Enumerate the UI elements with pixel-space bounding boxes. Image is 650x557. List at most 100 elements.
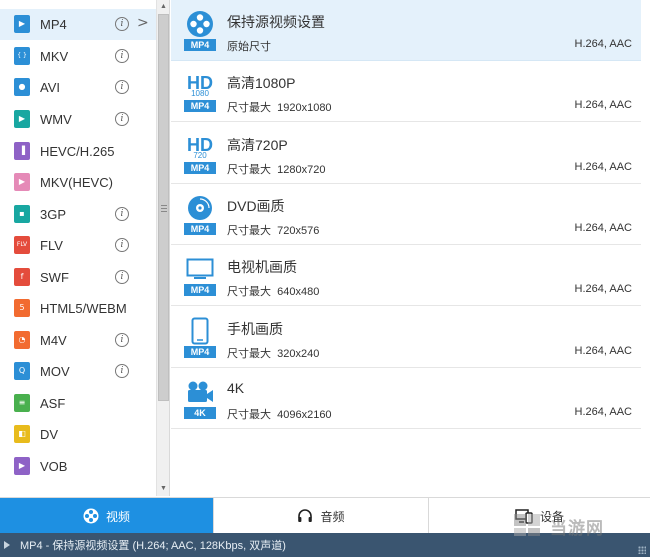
preset-codec: H.264, AAC [574, 99, 632, 112]
format-item-vob[interactable]: ▶ VOB [0, 451, 156, 482]
tab-audio[interactable]: 音频 [214, 498, 429, 534]
format-item-mkv-hevc-[interactable]: ▶ MKV(HEVC) [0, 167, 156, 198]
preset-format-tag: MP4 [184, 39, 216, 51]
headphones-icon [297, 508, 313, 524]
preset-format-tag: MP4 [184, 161, 216, 174]
flv-file-icon: FLV [14, 236, 30, 254]
info-icon[interactable]: i [115, 17, 129, 31]
hevc-file-icon: ▐ [14, 142, 30, 160]
preset-codec: H.264, AAC [574, 344, 632, 357]
info-icon[interactable]: i [115, 238, 129, 252]
preset-item[interactable]: 4K 4K 尺寸最大 4096x2160 H.264, AAC [171, 368, 641, 429]
format-item-mkv[interactable]: { } MKV i [0, 41, 156, 72]
format-item-label: HTML5/WEBM [40, 301, 127, 316]
format-item-label: HEVC/H.265 [40, 144, 115, 159]
dvd-disc-icon: MP4 [184, 194, 216, 236]
preset-codec: H.264, AAC [574, 221, 632, 234]
watermark-text: 当游网 [550, 519, 604, 538]
smartphone-icon: MP4 [184, 317, 216, 359]
mkv-hevc-file-icon: ▶ [14, 173, 30, 191]
hd-720-icon: 720 HD MP4 [184, 133, 216, 175]
preset-title: 保持源视频设置 [227, 14, 325, 30]
scrollbar-thumb[interactable] [158, 14, 169, 401]
hd-badge-text: HD [187, 134, 213, 155]
info-icon[interactable]: i [115, 333, 129, 347]
format-item-label: ASF [40, 396, 66, 411]
preset-format-tag: MP4 [184, 345, 216, 358]
preset-title: 手机画质 [227, 320, 283, 337]
preset-title: 电视机画质 [227, 259, 297, 276]
mov-file-icon: Q [14, 362, 30, 380]
wmv-file-icon: ▶ [14, 110, 30, 128]
preset-item[interactable]: MP4 手机画质 尺寸最大 320x240 H.264, AAC [171, 307, 641, 368]
tab-video[interactable]: 视频 [0, 498, 214, 534]
preset-format-tag: MP4 [184, 222, 216, 235]
info-icon[interactable]: i [115, 112, 129, 126]
preset-title: 4K [227, 379, 245, 396]
format-item-label: 3GP [40, 207, 67, 222]
preset-title: 高清720P [227, 136, 288, 153]
preset-item[interactable]: 720 HD MP4 高清720P 尺寸最大 1280x720 H.264, AAC [171, 123, 641, 184]
dv-file-icon: ◧ [14, 425, 30, 443]
scroll-up-arrow-icon[interactable]: ▲ [157, 0, 169, 14]
format-item-asf[interactable]: ≡ ASF [0, 388, 156, 419]
format-item-dv[interactable]: ◧ DV [0, 419, 156, 450]
film-reel-icon [83, 508, 99, 524]
info-icon[interactable]: i [115, 364, 129, 378]
preset-item[interactable]: MP4 保持源视频设置 原始尺寸 H.264, AAC [171, 0, 641, 61]
format-item-mov[interactable]: Q MOV i [0, 356, 156, 387]
info-icon[interactable]: i [115, 49, 129, 63]
resize-grip-icon[interactable] [638, 546, 646, 554]
video-camera-icon: 4K [184, 378, 216, 420]
format-item-html5-webm[interactable]: 5 HTML5/WEBM [0, 293, 156, 324]
info-icon[interactable]: i [115, 270, 129, 284]
format-item-wmv[interactable]: ▶ WMV i [0, 104, 156, 135]
play-arrow-icon [4, 541, 10, 549]
preset-size: 尺寸最大 1920x1080 [227, 102, 332, 115]
format-item-label: MP4 [40, 17, 67, 32]
format-item-label: VOB [40, 459, 68, 474]
format-item-3gp[interactable]: ▪ 3GP i [0, 199, 156, 230]
format-item-label: MKV [40, 49, 69, 64]
preset-glyph: HD [184, 71, 216, 99]
format-item-hevc-h-265[interactable]: ▐ HEVC/H.265 [0, 136, 156, 167]
info-icon[interactable]: i [115, 80, 129, 94]
watermark-logo [514, 514, 540, 536]
preset-glyph [184, 255, 216, 283]
preset-size: 尺寸最大 640x480 [227, 286, 320, 299]
preset-size: 尺寸最大 720x576 [227, 224, 320, 237]
swf-file-icon: f [14, 268, 30, 286]
preset-title: 高清1080P [227, 75, 296, 92]
format-item-label: SWF [40, 270, 69, 285]
hd-badge-text: HD [187, 73, 213, 94]
preset-item[interactable]: 1080 HD MP4 高清1080P 尺寸最大 1920x1080 H.264, AAC [171, 61, 641, 123]
preset-size: 尺寸最大 4096x2160 [227, 408, 332, 421]
format-item-m4v[interactable]: ◔ M4V i [0, 325, 156, 356]
preset-codec: H.264, AAC [574, 38, 632, 50]
preset-glyph: HD [184, 133, 216, 161]
preset-item[interactable]: MP4 DVD画质 尺寸最大 720x576 H.264, AAC [171, 184, 641, 245]
format-item-avi[interactable]: ● AVI i [0, 72, 156, 103]
preset-glyph [184, 194, 216, 222]
tv-monitor-icon: MP4 [184, 255, 216, 297]
format-item-swf[interactable]: f SWF i [0, 262, 156, 293]
format-item-flv[interactable]: FLV FLV i [0, 230, 156, 261]
preset-codec: H.264, AAC [574, 160, 632, 173]
info-icon[interactable]: i [115, 207, 129, 221]
format-list-scrollbar[interactable]: ▲ ▼ [156, 0, 169, 496]
preset-format-tag: MP4 [184, 100, 216, 113]
tab-video-label: 视频 [105, 509, 130, 524]
preset-glyph [184, 378, 216, 406]
preset-item[interactable]: MP4 电视机画质 尺寸最大 640x480 H.264, AAC [171, 245, 641, 307]
watermark: 当游网 [512, 510, 650, 540]
format-item-label: M4V [40, 333, 67, 348]
scroll-down-arrow-icon[interactable]: ▼ [157, 482, 169, 496]
mkv-file-icon: { } [14, 47, 30, 65]
format-item-label: WMV [40, 112, 72, 127]
film-reel-icon: MP4 [184, 10, 216, 52]
chevron-right-icon: > [137, 15, 149, 31]
3gp-file-icon: ▪ [14, 205, 30, 223]
format-item-mp4[interactable]: ▶ MP4 i > [0, 9, 156, 40]
vob-file-icon: ▶ [14, 457, 30, 475]
status-text: MP4 - 保持源视频设置 (H.264; AAC, 128Kbps, 双声道) [20, 540, 286, 552]
